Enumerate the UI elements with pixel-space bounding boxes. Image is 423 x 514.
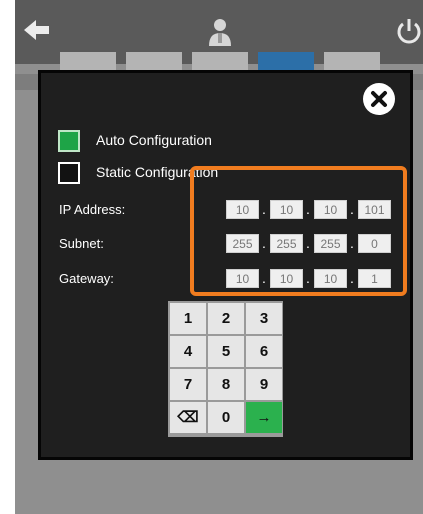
ip-address-label: IP Address:: [59, 202, 126, 217]
power-button[interactable]: [395, 16, 423, 46]
enter-key[interactable]: →: [246, 402, 282, 433]
auto-config-checkbox[interactable]: [58, 130, 80, 152]
key-7[interactable]: 7: [170, 369, 206, 400]
key-6[interactable]: 6: [246, 336, 282, 367]
static-config-checkbox[interactable]: [58, 162, 80, 184]
backspace-key[interactable]: ⌫: [170, 402, 206, 433]
key-1[interactable]: 1: [170, 303, 206, 334]
back-button[interactable]: [21, 14, 53, 46]
close-icon: [371, 91, 387, 107]
key-8[interactable]: 8: [208, 369, 244, 400]
key-3[interactable]: 3: [246, 303, 282, 334]
power-icon: [397, 19, 421, 44]
close-button[interactable]: [363, 83, 395, 115]
key-5[interactable]: 5: [208, 336, 244, 367]
auto-config-label: Auto Configuration: [96, 132, 212, 148]
numeric-keypad: 1 2 3 4 5 6 7 8 9 ⌫ 0 →: [168, 301, 283, 437]
key-0[interactable]: 0: [208, 402, 244, 433]
gateway-label: Gateway:: [59, 271, 114, 286]
highlight-box: [190, 166, 407, 296]
key-4[interactable]: 4: [170, 336, 206, 367]
subnet-label: Subnet:: [59, 236, 104, 251]
key-9[interactable]: 9: [246, 369, 282, 400]
key-2[interactable]: 2: [208, 303, 244, 334]
user-icon: [205, 16, 235, 48]
arrow-left-icon: [24, 20, 49, 40]
